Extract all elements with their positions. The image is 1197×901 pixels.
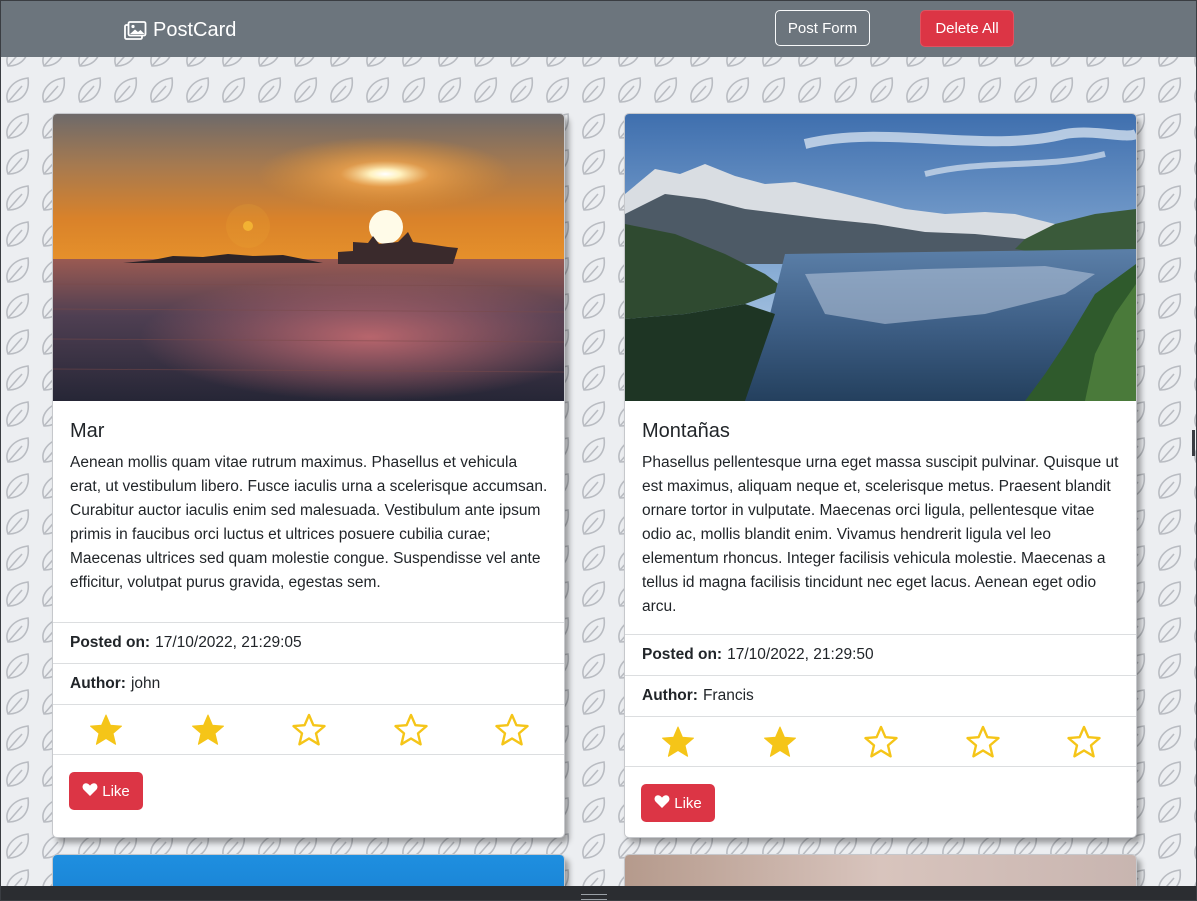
- card-title: Montañas: [642, 420, 730, 442]
- brand-label: PostCard: [153, 18, 237, 41]
- star-empty-icon[interactable]: [494, 713, 530, 747]
- star-empty-icon[interactable]: [965, 725, 1001, 759]
- star-filled-icon[interactable]: [88, 713, 124, 747]
- post-card: Mar Aenean mollis quam vitae rutrum maxi…: [52, 113, 565, 838]
- author-row: Author: john: [53, 663, 564, 704]
- image-icon: [124, 20, 147, 40]
- star-filled-icon[interactable]: [190, 713, 226, 747]
- star-empty-icon[interactable]: [393, 713, 429, 747]
- post-card: Montañas Phasellus pellentesque urna ege…: [624, 113, 1137, 838]
- star-empty-icon[interactable]: [291, 713, 327, 747]
- like-label: Like: [674, 794, 702, 812]
- scrollbar[interactable]: [1192, 430, 1195, 456]
- author-label: Author:: [642, 687, 698, 704]
- star-empty-icon[interactable]: [1066, 725, 1102, 759]
- post-form-button[interactable]: Post Form: [775, 10, 870, 46]
- star-rating: [53, 704, 564, 755]
- posted-on-row: Posted on: 17/10/2022, 21:29:05: [53, 622, 564, 663]
- like-button[interactable]: Like: [69, 772, 143, 810]
- navbar: PostCard Post Form Delete All: [0, 0, 1197, 57]
- heart-icon: [654, 794, 670, 813]
- heart-icon: [82, 782, 98, 801]
- author-label: Author:: [70, 675, 126, 692]
- posted-on-value: 17/10/2022, 21:29:05: [155, 634, 302, 651]
- posted-on-label: Posted on:: [70, 634, 151, 651]
- like-button[interactable]: Like: [641, 784, 715, 822]
- brand[interactable]: PostCard: [124, 17, 236, 43]
- card-image-mountains: [625, 114, 1136, 401]
- posted-on-value: 17/10/2022, 21:29:50: [727, 646, 874, 663]
- author-value: john: [130, 675, 161, 692]
- card-text: Aenean mollis quam vitae rutrum maximus.…: [70, 454, 548, 591]
- star-rating: [625, 716, 1136, 767]
- star-filled-icon[interactable]: [762, 725, 798, 759]
- delete-all-button[interactable]: Delete All: [920, 10, 1014, 47]
- card-title: Mar: [70, 420, 105, 442]
- card-image-sunset: [53, 114, 564, 401]
- star-filled-icon[interactable]: [660, 725, 696, 759]
- like-label: Like: [102, 782, 130, 800]
- star-empty-icon[interactable]: [863, 725, 899, 759]
- author-value: Francis: [702, 687, 754, 704]
- posted-on-label: Posted on:: [642, 646, 723, 663]
- posted-on-row: Posted on: 17/10/2022, 21:29:50: [625, 634, 1136, 675]
- card-text: Phasellus pellentesque urna eget massa s…: [642, 454, 1119, 615]
- resize-handle-icon[interactable]: [581, 894, 607, 900]
- author-row: Author: Francis: [625, 675, 1136, 716]
